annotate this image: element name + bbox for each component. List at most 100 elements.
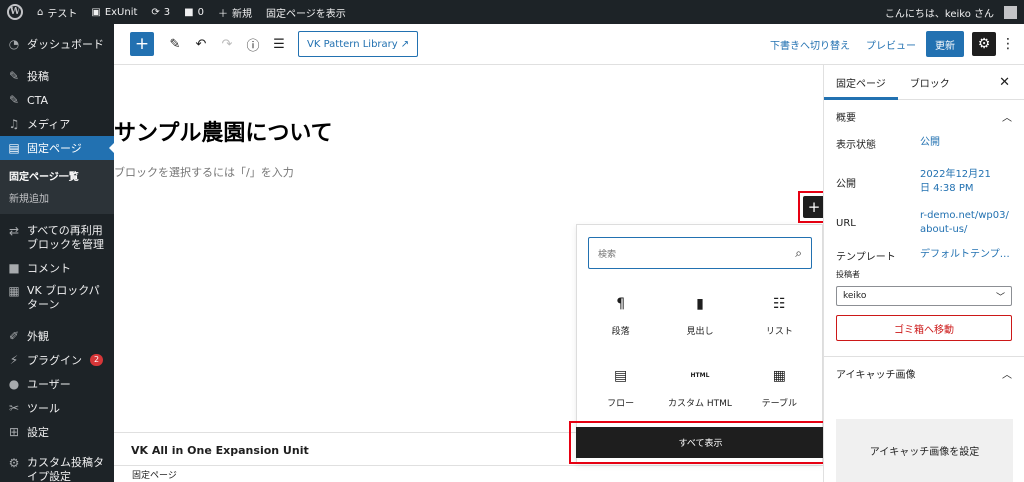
author-select[interactable]: keiko ﹀ — [836, 286, 1012, 306]
tab-block[interactable]: ブロック — [898, 65, 962, 100]
tab-page[interactable]: 固定ページ — [824, 65, 898, 100]
search-placeholder: 検索 — [598, 249, 617, 260]
sidebar-item-label: プラグイン — [27, 354, 82, 367]
publish-label: 公開 — [836, 178, 856, 190]
publish-row: 公開 2022年12月21日 4:38 PM — [824, 168, 1024, 196]
undo-icon: ↶ — [195, 36, 207, 52]
view-page-link[interactable]: 固定ページを表示 — [259, 0, 353, 24]
sidebar-item-comments[interactable]: ■ コメント — [0, 256, 114, 280]
visibility-value[interactable]: 公開 — [920, 136, 940, 151]
sidebar-item-cta[interactable]: ✎ CTA — [0, 88, 114, 112]
block-item-custom-html[interactable]: HTML カスタム HTML — [660, 359, 739, 417]
featured-image-panel-toggle[interactable]: アイキャッチ画像 ︿ — [824, 357, 1024, 389]
undo-button[interactable]: ↶ — [188, 31, 214, 57]
pencil-icon: ✎ — [169, 36, 181, 52]
summary-heading: 概要 — [836, 112, 856, 124]
paragraph-icon: ¶ — [616, 295, 626, 312]
external-link-icon: ↗ — [400, 38, 410, 50]
submenu-add-new[interactable]: 新規追加 — [0, 186, 114, 208]
url-value[interactable]: r-demo.net/wp03/about-us/ — [920, 209, 1012, 237]
my-account-link[interactable]: こんにちは、keiko さん — [878, 0, 1024, 24]
sidebar-item-plugins[interactable]: ⚡ プラグイン 2 — [0, 348, 114, 372]
site-name-link[interactable]: ⌂ テスト — [30, 0, 84, 24]
exunit-link[interactable]: ▣ ExUnit — [84, 0, 144, 24]
author-label: 投稿者 — [836, 270, 860, 279]
sidebar-item-tools[interactable]: ✂ ツール — [0, 396, 114, 420]
plugin-update-badge: 2 — [90, 354, 104, 366]
meta-box-vk-exunit[interactable]: VK All in One Expansion Unit — [114, 432, 576, 467]
block-item-list[interactable]: ☷ リスト — [740, 287, 819, 345]
site-name-label: テスト — [47, 8, 78, 20]
home-icon: ⌂ — [37, 6, 44, 18]
submenu-all-pages[interactable]: 固定ページ一覧 — [0, 164, 114, 186]
update-button[interactable]: 更新 — [926, 31, 964, 57]
sidebar-item-label: ツール — [27, 402, 60, 415]
vk-pattern-library-button[interactable]: VK Pattern Library ↗ — [298, 31, 419, 57]
sidebar-item-label: カスタム投稿タイプ設定 — [27, 456, 104, 482]
wordpress-logo-button[interactable]: W — [0, 0, 30, 24]
set-featured-image-button[interactable]: アイキャッチ画像を設定 — [836, 419, 1013, 482]
move-to-trash-button[interactable]: ゴミ箱へ移動 — [836, 315, 1012, 341]
table-icon: ▦ — [772, 367, 786, 384]
sidebar-item-media[interactable]: ♫ メディア — [0, 112, 114, 136]
pin-icon: ✎ — [8, 93, 20, 107]
close-settings-button[interactable]: ✕ — [999, 75, 1010, 90]
visibility-label: 表示状態 — [836, 140, 876, 151]
template-value[interactable]: デフォルトテンプ… — [920, 248, 1010, 263]
user-icon: ● — [8, 377, 20, 391]
wordpress-icon: W — [7, 4, 23, 20]
block-item-flow[interactable]: ▤ フロー — [581, 359, 660, 417]
sidebar-item-reusable-blocks[interactable]: ⇄ すべての再利用ブロックを管理 — [0, 220, 114, 256]
redo-icon: ↷ — [221, 36, 233, 52]
new-content-link[interactable]: ＋ 新規 — [211, 0, 259, 24]
block-item-paragraph[interactable]: ¶ 段落 — [581, 287, 660, 345]
sidebar-item-label: 投稿 — [27, 70, 49, 83]
greeting-label: こんにちは、keiko さん — [884, 8, 994, 20]
sidebar-item-posts[interactable]: ✎ 投稿 — [0, 64, 114, 88]
sidebar-item-pages[interactable]: ▤ 固定ページ — [0, 136, 114, 160]
page-icon: ▤ — [8, 141, 20, 155]
sidebar-item-settings[interactable]: ⊞ 設定 — [0, 420, 114, 444]
avatar — [1004, 5, 1017, 19]
comment-icon: ■ — [184, 6, 194, 18]
highlight-box-show-all — [569, 421, 831, 464]
summary-panel-toggle[interactable]: 概要 ︿ — [824, 100, 1024, 132]
sidebar-item-custom-post-type[interactable]: ⚙ カスタム投稿タイプ設定 — [0, 452, 114, 482]
preview-button[interactable]: プレビュー — [858, 37, 924, 52]
inserter-block-grid: ¶ 段落 ▮ 見出し ☷ リスト ▤ フロー HTML カスタム HTML ▦ テーブル — [581, 287, 819, 417]
inserter-search-input[interactable]: 検索 ⌕ — [588, 237, 812, 269]
redo-button[interactable]: ↷ — [214, 31, 240, 57]
sidebar-item-label: コメント — [27, 262, 71, 275]
switch-to-draft-button[interactable]: 下書きへ切り替え — [762, 37, 858, 52]
comments-link[interactable]: ■ 0 — [177, 0, 211, 24]
sidebar-item-vk-patterns[interactable]: ▦ VK ブロックパターン — [0, 280, 114, 316]
post-title[interactable]: サンプル農園について — [114, 115, 333, 147]
sidebar-item-label: すべての再利用ブロックを管理 — [27, 224, 104, 251]
breadcrumb: 固定ページ — [114, 465, 823, 482]
sidebar-item-appearance[interactable]: ✐ 外観 — [0, 324, 114, 348]
gauge-icon: ◔ — [8, 37, 20, 51]
block-item-heading[interactable]: ▮ 見出し — [660, 287, 739, 345]
sidebar-item-dashboard[interactable]: ◔ ダッシュボード — [0, 32, 114, 56]
gear-icon: ⚙ — [977, 36, 991, 52]
settings-sidebar: 固定ページ ブロック ✕ 概要 ︿ 表示状態 公開 公開 2022年12月21日 4:… — [823, 65, 1024, 482]
plugin-icon: ⚡ — [9, 353, 19, 367]
edit-tool-button[interactable]: ✎ — [162, 31, 188, 57]
details-button[interactable]: ⓘ — [240, 31, 266, 57]
list-view-button[interactable]: ☰ — [266, 31, 292, 57]
publish-date-value[interactable]: 2022年12月21日 4:38 PM — [920, 168, 1000, 196]
options-menu-button[interactable]: ⋮ — [998, 36, 1018, 52]
breadcrumb-item[interactable]: 固定ページ — [132, 468, 177, 481]
block-placeholder[interactable]: ブロックを選択するには「/」を入力 — [114, 164, 294, 180]
block-item-label: カスタム HTML — [668, 398, 732, 409]
settings-toggle-button[interactable]: ⚙ — [972, 32, 996, 56]
updates-count: 3 — [163, 6, 171, 18]
block-item-table[interactable]: ▦ テーブル — [740, 359, 819, 417]
featured-image-heading: アイキャッチ画像 — [836, 369, 916, 381]
wrench-icon: ✂ — [8, 401, 20, 415]
view-page-label: 固定ページを表示 — [266, 8, 346, 20]
block-inserter-toggle[interactable]: + — [130, 32, 154, 56]
pin-icon: ✎ — [8, 69, 20, 83]
sidebar-item-users[interactable]: ● ユーザー — [0, 372, 114, 396]
updates-link[interactable]: ⟳ 3 — [144, 0, 177, 24]
